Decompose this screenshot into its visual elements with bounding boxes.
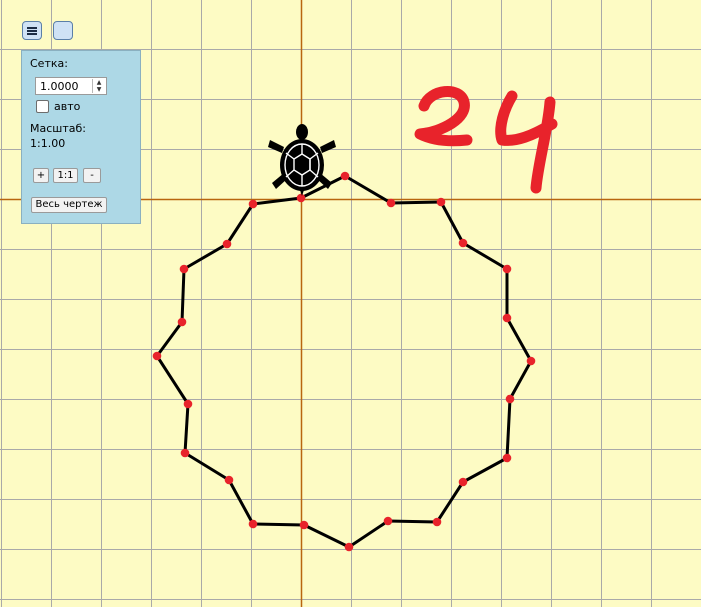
turtle-icon bbox=[268, 124, 336, 196]
path-vertex bbox=[432, 517, 442, 527]
zoom-out-button[interactable]: - bbox=[83, 168, 101, 183]
path-vertex bbox=[299, 520, 309, 530]
path-vertex bbox=[177, 317, 187, 327]
fit-drawing-button[interactable]: Весь чертеж bbox=[31, 197, 107, 213]
handwritten-digit-4 bbox=[495, 90, 558, 194]
turtle-path bbox=[155, 174, 533, 549]
path-vertex bbox=[502, 453, 512, 463]
path-vertex bbox=[458, 477, 468, 487]
spin-down-icon[interactable]: ▼ bbox=[93, 86, 105, 93]
path-vertex bbox=[180, 448, 190, 458]
path-vertex bbox=[502, 313, 512, 323]
path-vertex bbox=[386, 198, 396, 208]
path-vertex bbox=[222, 239, 232, 249]
path-vertex bbox=[505, 394, 515, 404]
path-vertices bbox=[152, 171, 536, 552]
path-vertex bbox=[248, 199, 258, 209]
path-vertex bbox=[502, 264, 512, 274]
spin-up-icon[interactable]: ▲ bbox=[93, 79, 105, 86]
path-vertex bbox=[458, 238, 468, 248]
path-vertex bbox=[248, 519, 258, 529]
handwritten-annotation bbox=[414, 86, 558, 194]
spinner-arrows[interactable]: ▲ ▼ bbox=[92, 79, 105, 93]
path-vertex bbox=[183, 399, 193, 409]
zoom-reset-button[interactable]: 1:1 bbox=[53, 168, 78, 183]
path-vertex bbox=[152, 351, 162, 361]
auto-checkbox[interactable] bbox=[36, 100, 49, 113]
scale-label: Масштаб: bbox=[30, 122, 86, 135]
path-vertex bbox=[224, 475, 234, 485]
menu-button[interactable] bbox=[22, 21, 42, 40]
menu-icon bbox=[27, 26, 37, 35]
auto-label: авто bbox=[54, 100, 81, 113]
path-vertex bbox=[179, 264, 189, 274]
path-vertex bbox=[436, 197, 446, 207]
scale-value: 1:1.00 bbox=[30, 137, 66, 150]
path-vertex bbox=[383, 516, 393, 526]
path-vertex bbox=[526, 356, 536, 366]
path-line bbox=[155, 174, 533, 549]
settings-panel: Сетка: 1.0000 ▲ ▼ авто Масштаб: 1:1.00 +… bbox=[21, 50, 141, 224]
path-vertex bbox=[344, 542, 354, 552]
handwritten-digit-2 bbox=[414, 86, 473, 147]
grid-size-spinner[interactable]: 1.0000 ▲ ▼ bbox=[35, 77, 107, 95]
panel-toggle-button[interactable] bbox=[53, 21, 73, 40]
grid-label: Сетка: bbox=[30, 57, 68, 70]
zoom-in-button[interactable]: + bbox=[33, 168, 49, 183]
auto-option[interactable]: авто bbox=[36, 100, 80, 113]
grid-size-value: 1.0000 bbox=[40, 80, 79, 93]
